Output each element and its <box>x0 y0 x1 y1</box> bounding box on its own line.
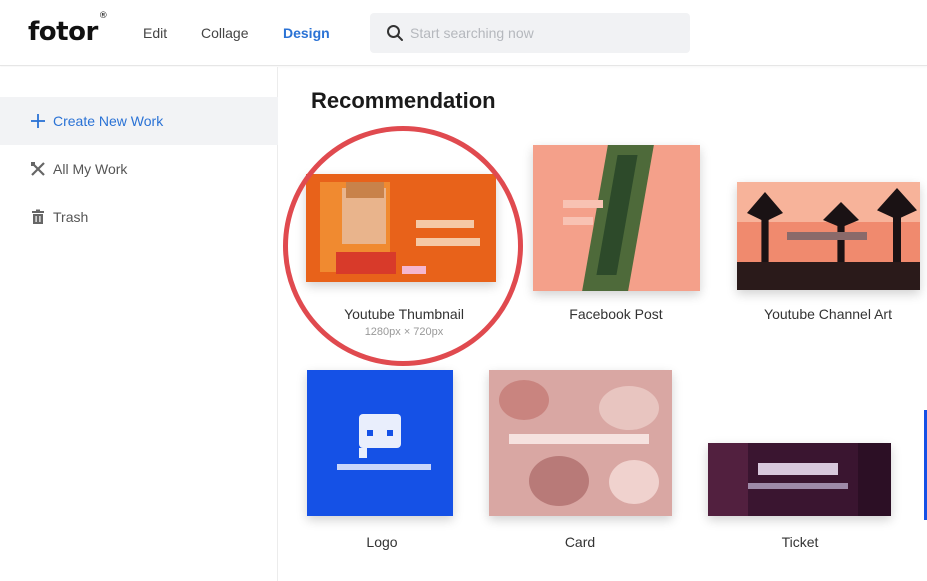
template-size: 1280px × 720px <box>364 326 444 338</box>
nav-edit[interactable]: Edit <box>143 25 167 41</box>
sidebar-item-create-new-work[interactable]: Create New Work <box>0 97 278 145</box>
sidebar-item-label: All My Work <box>53 161 128 177</box>
fotor-logo[interactable]: fotor® <box>28 11 108 47</box>
trash-icon <box>30 209 46 225</box>
sidebar-item-all-my-work[interactable]: All My Work <box>0 145 278 193</box>
facebook-post-image <box>533 145 700 291</box>
youtube-channel-art-image <box>737 182 920 290</box>
search-input[interactable] <box>410 13 680 53</box>
logo-template-image <box>307 370 453 516</box>
template-label: Youtube Thumbnail <box>344 306 464 322</box>
plus-icon <box>30 113 46 129</box>
nav-design[interactable]: Design <box>283 25 330 41</box>
logo-registered-mark: ® <box>98 11 108 22</box>
template-label: Logo <box>366 534 398 550</box>
ticket-template-image <box>708 443 891 516</box>
sidebar-item-label: Create New Work <box>53 113 164 129</box>
template-label: Facebook Post <box>569 306 663 322</box>
card-template-image <box>489 370 672 516</box>
logo-text: fotor <box>28 17 98 47</box>
page-title: Recommendation <box>311 88 496 113</box>
sidebar-item-trash[interactable]: Trash <box>0 193 278 241</box>
template-label: Ticket <box>781 534 819 550</box>
sidebar-item-label: Trash <box>53 209 89 225</box>
top-bar: fotor® Edit Collage Design <box>0 0 927 66</box>
sidebar: Create New Work All My Work Trash <box>0 67 278 581</box>
youtube-thumbnail-image <box>306 174 496 282</box>
search-icon <box>387 25 403 41</box>
search-box[interactable] <box>370 13 690 53</box>
template-label: Youtube Channel Art <box>764 306 892 322</box>
template-label: Card <box>564 534 596 550</box>
nav-collage[interactable]: Collage <box>201 25 248 41</box>
tools-icon <box>30 161 46 177</box>
